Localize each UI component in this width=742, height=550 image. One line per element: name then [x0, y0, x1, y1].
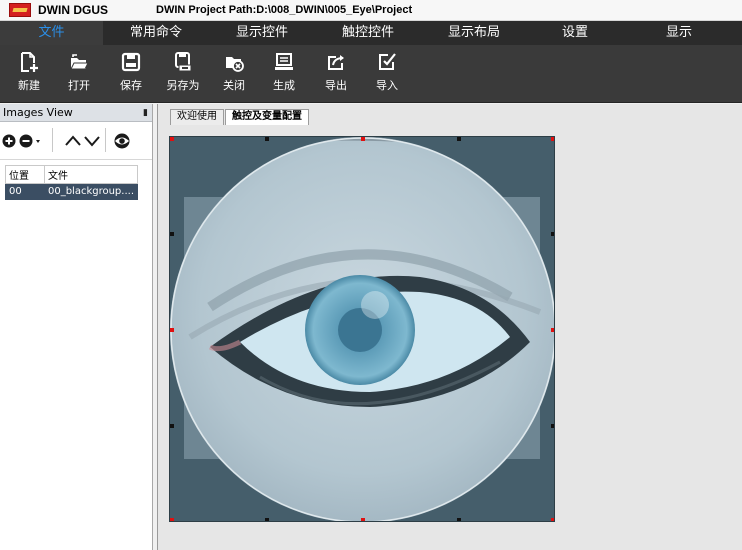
- save-button[interactable]: 保存: [111, 49, 151, 101]
- resize-handle[interactable]: [170, 424, 174, 428]
- tab-welcome[interactable]: 欢迎使用: [170, 109, 224, 125]
- eye-image: [170, 137, 554, 521]
- project-path: DWIN Project Path:D:\008_DWIN\005_Eye\Pr…: [156, 4, 413, 16]
- resize-handle[interactable]: [170, 518, 174, 521]
- tab-touch-variable-config[interactable]: 触控及变量配置: [225, 109, 309, 125]
- preview-button[interactable]: [112, 133, 132, 149]
- resize-handle[interactable]: [551, 328, 554, 332]
- move-up-button[interactable]: [64, 134, 82, 148]
- save-label: 保存: [120, 79, 142, 92]
- table-row[interactable]: 00 00_blackgroup....: [5, 183, 139, 200]
- import-button[interactable]: 导入: [367, 49, 407, 101]
- resize-handle[interactable]: [361, 137, 365, 141]
- images-view-title: Images View: [3, 106, 73, 119]
- export-button[interactable]: 导出: [316, 49, 356, 101]
- images-view-toolbar: [0, 122, 152, 160]
- new-label: 新建: [18, 79, 40, 92]
- open-label: 打开: [68, 79, 90, 92]
- new-file-icon: [21, 52, 38, 72]
- save-as-button[interactable]: 另存为: [163, 49, 203, 101]
- menu-tab-display[interactable]: 显示: [623, 21, 735, 45]
- menu-tab-display-controls[interactable]: 显示控件: [209, 21, 315, 45]
- close-project-icon: [226, 57, 244, 72]
- menu-tab-file[interactable]: 文件: [0, 21, 103, 45]
- save-icon: [121, 52, 141, 72]
- save-as-label: 另存为: [166, 79, 200, 92]
- open-folder-icon: [70, 54, 89, 70]
- pin-icon[interactable]: ▮: [143, 108, 148, 118]
- title-bar: DWIN DGUS DWIN Project Path:D:\008_DWIN\…: [0, 0, 742, 21]
- generate-label: 生成: [273, 79, 295, 92]
- resize-handle[interactable]: [170, 137, 174, 141]
- column-header-file[interactable]: 文件: [43, 165, 139, 184]
- app-name: DWIN DGUS: [38, 3, 108, 17]
- resize-handle[interactable]: [361, 518, 365, 521]
- resize-handle[interactable]: [170, 328, 174, 332]
- images-view-panel: Images View ▮ 位置 文件 00 00_blackgroup....: [0, 104, 153, 550]
- images-table-header: 位置 文件: [5, 165, 139, 184]
- resize-handle[interactable]: [551, 137, 554, 141]
- menu-tab-settings[interactable]: 设置: [527, 21, 623, 45]
- document-tabs: 欢迎使用 触控及变量配置: [170, 109, 310, 125]
- export-label: 导出: [325, 79, 347, 92]
- menu-tab-common-commands[interactable]: 常用命令: [103, 21, 209, 45]
- import-icon: [379, 53, 396, 70]
- remove-image-button[interactable]: [19, 134, 33, 148]
- menu-bar: 文件 常用命令 显示控件 触控控件 显示布局 设置 显示: [0, 21, 742, 45]
- toolbar: 新建 打开 保存 另存为 关闭 生成 导出 导入: [0, 45, 742, 103]
- resize-handle[interactable]: [457, 518, 461, 521]
- dropdown-arrow-icon: [36, 139, 40, 143]
- generate-button[interactable]: 生成: [264, 49, 304, 101]
- import-label: 导入: [376, 79, 398, 92]
- export-icon: [328, 55, 344, 70]
- resize-handle[interactable]: [265, 518, 269, 521]
- remove-dropdown-button[interactable]: [34, 134, 42, 148]
- design-canvas[interactable]: [169, 136, 555, 522]
- new-button[interactable]: 新建: [9, 49, 49, 101]
- close-button[interactable]: 关闭: [214, 49, 254, 101]
- move-down-button[interactable]: [83, 134, 101, 148]
- open-button[interactable]: 打开: [59, 49, 99, 101]
- row-file: 00_blackgroup....: [43, 183, 139, 200]
- eye-icon: [114, 133, 130, 148]
- dwin-logo-icon: [9, 3, 31, 17]
- resize-handle[interactable]: [170, 232, 174, 236]
- column-header-position[interactable]: 位置: [5, 165, 45, 184]
- generate-icon: [275, 53, 293, 70]
- add-image-button[interactable]: [2, 134, 16, 148]
- resize-handle[interactable]: [457, 137, 461, 141]
- remove-circle-icon: [19, 134, 33, 147]
- resize-handle[interactable]: [551, 232, 554, 236]
- menu-tab-display-layout[interactable]: 显示布局: [421, 21, 527, 45]
- chevron-down-icon: [84, 135, 100, 147]
- close-label: 关闭: [223, 79, 245, 92]
- row-position: 00: [5, 183, 45, 200]
- resize-handle[interactable]: [551, 518, 554, 521]
- add-circle-icon: [2, 134, 16, 147]
- toolbar-separator: [105, 128, 106, 152]
- dgus-app-window: DWIN DGUS DWIN Project Path:D:\008_DWIN\…: [0, 0, 742, 550]
- menu-tab-touch-controls[interactable]: 触控控件: [315, 21, 421, 45]
- toolbar-separator: [52, 128, 53, 152]
- save-as-icon: [175, 52, 192, 72]
- chevron-up-icon: [65, 134, 81, 146]
- images-view-header: Images View ▮: [0, 104, 152, 122]
- resize-handle[interactable]: [551, 424, 554, 428]
- workspace: 欢迎使用 触控及变量配置: [157, 104, 742, 550]
- resize-handle[interactable]: [265, 137, 269, 141]
- images-table: 位置 文件 00 00_blackgroup....: [5, 165, 139, 200]
